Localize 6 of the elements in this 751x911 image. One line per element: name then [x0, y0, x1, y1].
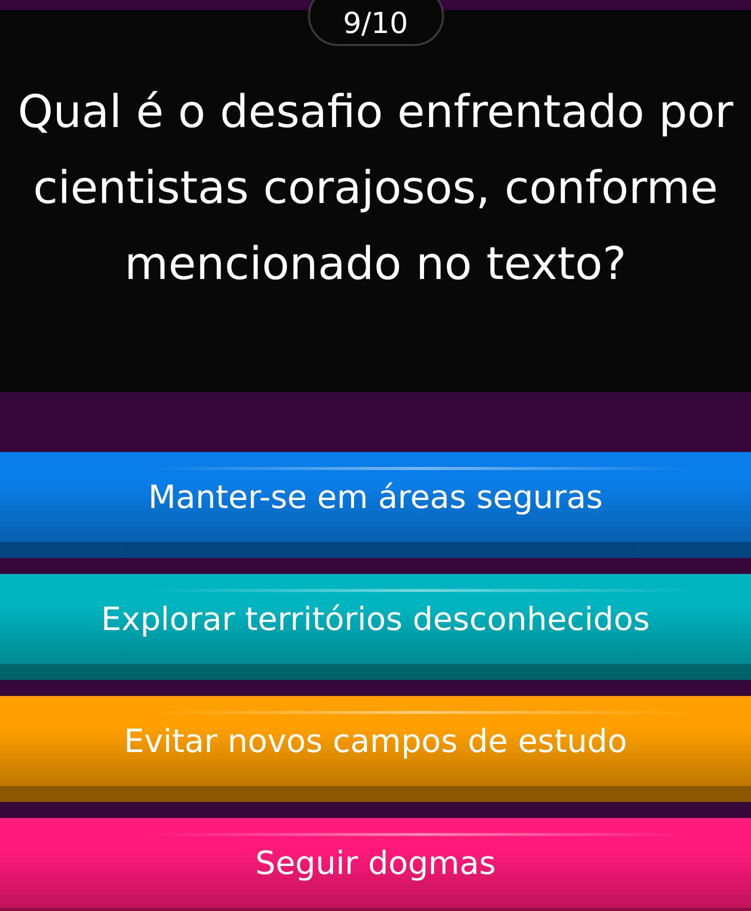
answer-button[interactable]: Evitar novos campos de estudo: [0, 696, 751, 802]
answer-button[interactable]: Explorar territórios desconhecidos: [0, 574, 751, 680]
question-counter: 9/10: [308, 0, 444, 46]
answer-button[interactable]: Manter-se em áreas seguras: [0, 452, 751, 558]
question-text: Qual é o desafio enfrentado por cientistas corajosos, conforme mencionado no texto?: [16, 84, 734, 292]
answer-button[interactable]: Seguir dogmas: [0, 818, 751, 911]
